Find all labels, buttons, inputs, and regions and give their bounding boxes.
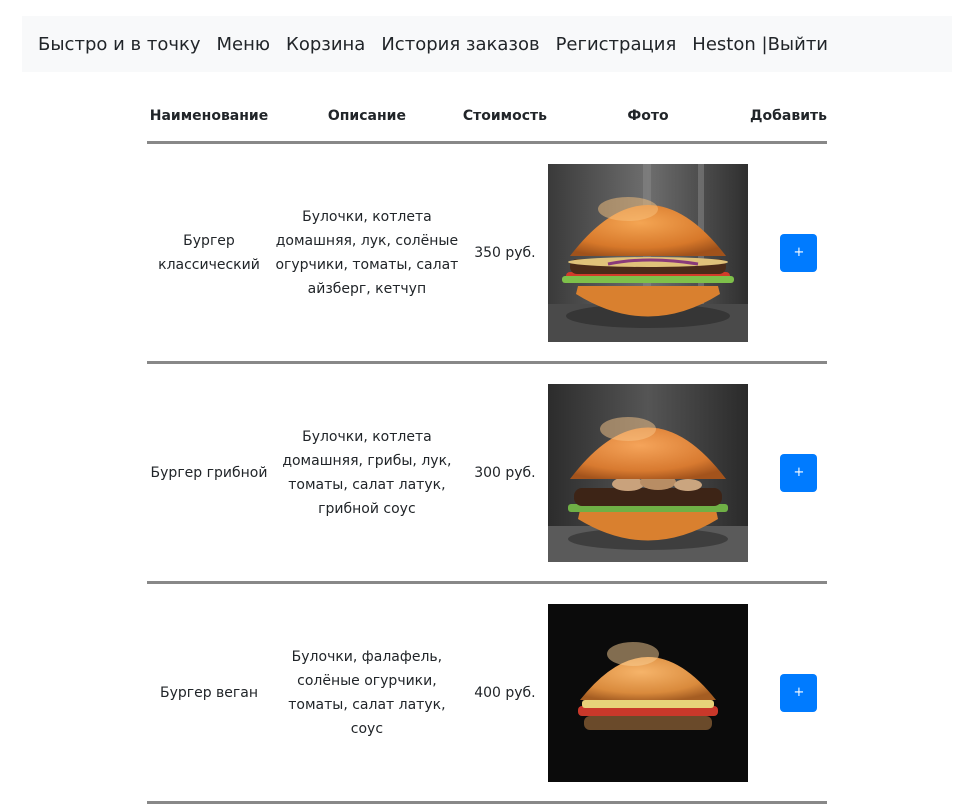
item-photo-cell: [546, 142, 749, 364]
nav-register-link[interactable]: Регистрация: [556, 34, 677, 55]
item-name: Бургер грибной: [147, 362, 271, 584]
header-photo: Фото: [546, 91, 749, 144]
add-to-cart-button[interactable]: +: [780, 233, 818, 272]
menu-table: Наименование Описание Стоимость Фото Доб…: [147, 91, 827, 804]
item-add-cell: +: [748, 142, 827, 364]
item-photo-cell: [546, 582, 749, 804]
item-price: 300 руб.: [462, 362, 547, 584]
item-description: Булочки, фалафель, солёные огурчики, том…: [270, 582, 463, 804]
header-name: Наименование: [147, 91, 271, 144]
item-add-cell: +: [748, 582, 827, 804]
table-row: Бургер грибной Булочки, котлета домашняя…: [147, 362, 827, 584]
table-row: Бургер веган Булочки, фалафель, солёные …: [147, 582, 827, 804]
table-header-row: Наименование Описание Стоимость Фото Доб…: [147, 91, 827, 144]
nav-logout-link[interactable]: Выйти: [768, 34, 828, 55]
item-name: Бургер веган: [147, 582, 271, 804]
item-price: 400 руб.: [462, 582, 547, 804]
nav-brand[interactable]: Быстро и в точку: [38, 34, 201, 55]
table-row: Бургер классический Булочки, котлета дом…: [147, 142, 827, 364]
header-add: Добавить: [748, 91, 827, 144]
nav-username: Heston: [692, 33, 756, 55]
nav-cart-link[interactable]: Корзина: [286, 34, 365, 55]
item-name: Бургер классический: [147, 142, 271, 364]
burger-classic-photo: [547, 163, 748, 342]
nav-menu-link[interactable]: Меню: [217, 34, 271, 55]
nav-user-block: Heston |Выйти: [692, 34, 828, 55]
add-to-cart-button[interactable]: +: [780, 453, 818, 492]
item-description: Булочки, котлета домашняя, грибы, лук, т…: [270, 362, 463, 584]
burger-mushroom-photo: [547, 383, 748, 562]
header-description: Описание: [270, 91, 463, 144]
item-description: Булочки, котлета домашняя, лук, солёные …: [270, 142, 463, 364]
header-price: Стоимость: [462, 91, 547, 144]
add-to-cart-button[interactable]: +: [780, 673, 818, 712]
item-photo-cell: [546, 362, 749, 584]
burger-vegan-photo: [547, 603, 748, 782]
navbar: Быстро и в точку Меню Корзина История за…: [22, 16, 952, 72]
item-add-cell: +: [748, 362, 827, 584]
item-price: 350 руб.: [462, 142, 547, 364]
nav-history-link[interactable]: История заказов: [381, 34, 539, 55]
